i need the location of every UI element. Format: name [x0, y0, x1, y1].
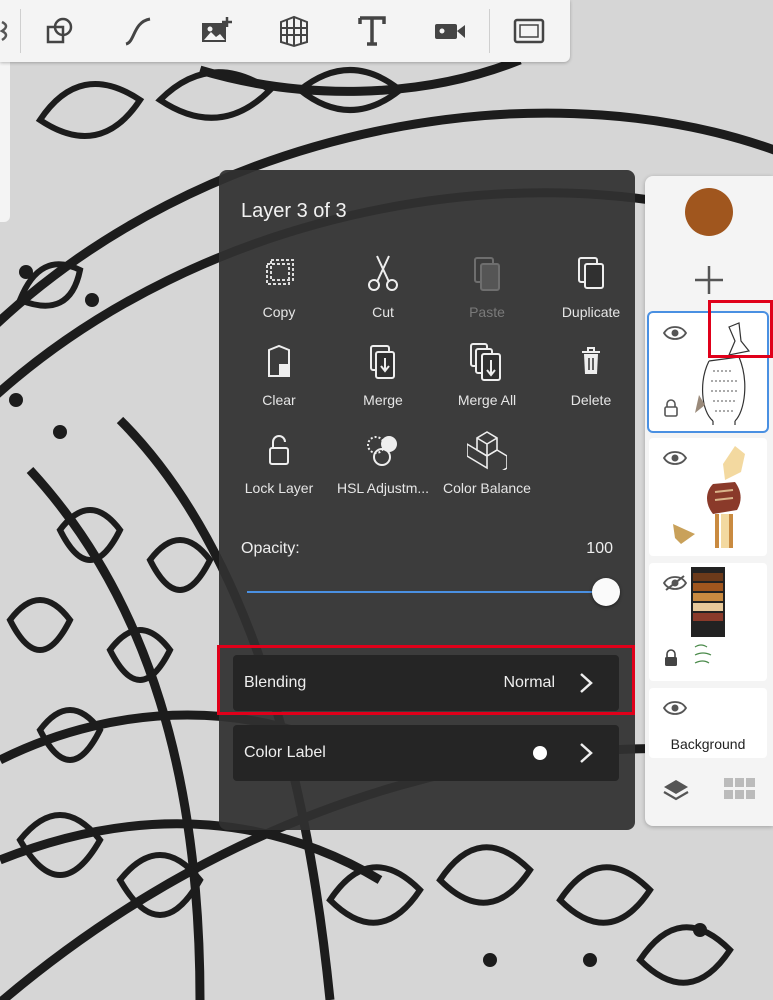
opacity-value: 100 — [586, 540, 613, 557]
perspective-grid-icon[interactable] — [255, 0, 333, 62]
add-image-icon[interactable] — [177, 0, 255, 62]
clear-button[interactable]: Clear — [227, 342, 331, 426]
layer-thumbnail-2[interactable] — [649, 438, 767, 556]
color-label-label: Color Label — [244, 744, 326, 761]
color-palette-screenshot-thumbnail — [691, 567, 725, 664]
color-balance-icon — [467, 431, 507, 470]
opacity-slider-track[interactable] — [247, 591, 607, 593]
cut-button[interactable]: Cut — [331, 254, 435, 338]
cut-label: Cut — [372, 304, 394, 320]
delete-button[interactable]: Delete — [539, 342, 643, 426]
copy-label: Copy — [262, 304, 296, 320]
merge-icon — [370, 345, 395, 379]
paste-label: Paste — [469, 304, 505, 320]
thumbnail-highlight-box — [708, 300, 773, 358]
layers-stack-icon[interactable] — [662, 776, 690, 804]
lock-icon — [665, 649, 677, 666]
add-layer-icon[interactable] — [691, 262, 727, 298]
shapes-icon[interactable] — [21, 0, 99, 62]
unlock-icon — [269, 435, 289, 465]
color-balance-label: Color Balance — [443, 480, 531, 496]
hsl-label: HSL Adjustm... — [336, 480, 430, 496]
layer-options-panel: Layer 3 of 3 Copy Cut Paste Duplicate Cl… — [219, 170, 635, 830]
delete-label: Delete — [570, 392, 612, 408]
top-toolbar — [0, 0, 570, 62]
trash-icon — [582, 347, 600, 374]
merge-button[interactable]: Merge — [331, 342, 435, 426]
color-balance-button[interactable]: Color Balance — [435, 430, 539, 514]
left-sidebar-edge — [0, 62, 10, 222]
opacity-label: Opacity: — [241, 540, 300, 557]
current-color-swatch[interactable] — [685, 188, 733, 236]
opacity-slider-thumb[interactable] — [592, 578, 620, 606]
merge-all-button[interactable]: Merge All — [435, 342, 539, 426]
blending-highlight-box — [217, 645, 635, 715]
layers-footer — [645, 760, 773, 820]
clear-label: Clear — [262, 392, 296, 408]
lock-layer-label: Lock Layer — [244, 480, 314, 496]
layer-thumbnail-1[interactable] — [649, 563, 767, 681]
scissors-icon — [368, 255, 398, 291]
visibility-eye-icon[interactable] — [663, 700, 687, 716]
layer-thumbnail-background[interactable]: Background — [649, 688, 767, 758]
duplicate-button[interactable]: Duplicate — [539, 254, 643, 338]
merge-label: Merge — [363, 392, 403, 408]
text-icon[interactable] — [333, 0, 411, 62]
symmetry-icon[interactable] — [0, 0, 20, 62]
color-label-row[interactable]: Color Label — [233, 725, 619, 781]
layers-panel: Background — [645, 176, 773, 826]
panel-title: Layer 3 of 3 — [241, 200, 347, 222]
lock-layer-button[interactable]: Lock Layer — [227, 430, 331, 514]
hidden-eye-icon[interactable] — [663, 575, 687, 591]
hsl-adjustment-button[interactable]: HSL Adjustm... — [331, 430, 435, 514]
hsl-icon — [367, 436, 397, 466]
merge-all-label: Merge All — [457, 392, 517, 408]
paste-button[interactable]: Paste — [435, 254, 539, 338]
duplicate-icon — [578, 257, 604, 289]
fox-colored-thumbnail — [673, 446, 745, 548]
background-layer-label: Background — [670, 736, 746, 752]
merge-all-icon — [470, 343, 501, 381]
chevron-right-icon — [580, 743, 593, 763]
record-video-icon[interactable] — [411, 0, 489, 62]
copy-button[interactable]: Copy — [227, 254, 331, 338]
color-label-dot — [533, 746, 547, 760]
grid-view-icon[interactable] — [724, 778, 756, 802]
clear-icon — [268, 344, 290, 377]
paste-icon — [474, 257, 500, 291]
duplicate-label: Duplicate — [561, 304, 621, 320]
curve-icon[interactable] — [99, 0, 177, 62]
lock-icon — [664, 399, 678, 417]
fullscreen-icon[interactable] — [490, 0, 568, 62]
copy-icon — [266, 259, 294, 285]
